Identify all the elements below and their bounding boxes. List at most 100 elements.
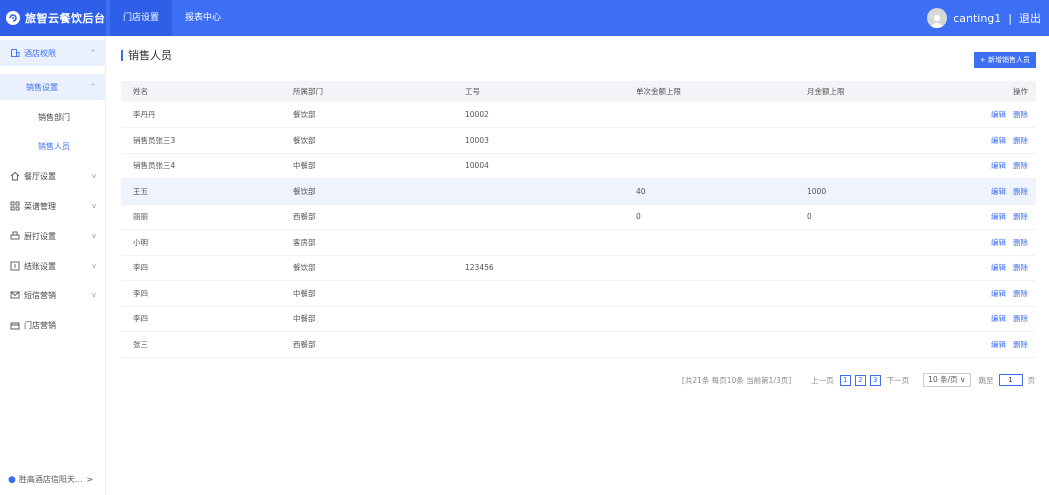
- sidebar-item-label: 销售人员: [38, 141, 70, 151]
- cell-name: 王五: [121, 178, 293, 205]
- cell-monthly-limit: 0: [807, 204, 978, 230]
- cell-department: 中餐部: [293, 280, 465, 307]
- sidebar-item-kitchen-print-settings[interactable]: 厨打设置 v: [0, 223, 106, 249]
- tab-store-settings[interactable]: 门店设置: [110, 0, 173, 36]
- delete-link[interactable]: 删除: [1013, 314, 1028, 323]
- logout-link[interactable]: 退出: [1019, 10, 1041, 26]
- cell-monthly-limit: [807, 331, 978, 358]
- tab-report-center[interactable]: 报表中心: [172, 0, 234, 36]
- username[interactable]: canting1: [953, 12, 1001, 25]
- cell-code: [465, 178, 636, 205]
- cell-code: [465, 229, 636, 256]
- cell-department: 西餐部: [293, 204, 465, 230]
- pagination: [共21条 每页10条 当前第1/3页] 上一页 1 2 3 下一页 10 条/…: [682, 373, 1035, 387]
- edit-link[interactable]: 编辑: [991, 187, 1006, 196]
- store-selector[interactable]: ● 胜高酒店信阳天... >: [8, 474, 93, 485]
- cell-code: 10002: [465, 102, 636, 128]
- delete-link[interactable]: 删除: [1013, 340, 1028, 349]
- cell-code: 10004: [465, 153, 636, 179]
- cell-actions: 编辑 删除: [978, 102, 1036, 128]
- cell-monthly-limit: [807, 306, 978, 332]
- delete-link[interactable]: 删除: [1013, 263, 1028, 272]
- cell-monthly-limit: [807, 255, 978, 281]
- cell-department: 西餐部: [293, 331, 465, 358]
- column-header-actions: 操作: [978, 81, 1036, 102]
- cell-name: 销售员张三3: [121, 127, 293, 154]
- avatar[interactable]: [927, 8, 948, 28]
- cell-actions: 编辑 删除: [978, 331, 1036, 358]
- edit-link[interactable]: 编辑: [991, 263, 1006, 272]
- delete-link[interactable]: 删除: [1013, 161, 1028, 170]
- delete-link[interactable]: 删除: [1013, 238, 1028, 247]
- column-header-code: 工号: [465, 81, 636, 102]
- sidebar-item-store-marketing[interactable]: 门店营销: [0, 312, 106, 338]
- next-page-link[interactable]: 下一页: [887, 375, 910, 386]
- edit-link[interactable]: 编辑: [991, 136, 1006, 145]
- printer-icon: [10, 231, 20, 241]
- cell-single-limit: [636, 255, 807, 281]
- cell-name: 李四: [121, 306, 293, 332]
- table-row: 张三 西餐部 编辑 删除: [121, 331, 1036, 358]
- cell-code: [465, 306, 636, 332]
- table-row: 销售员张三3 餐饮部 10003 编辑 删除: [121, 127, 1036, 154]
- page-button-1[interactable]: 1: [839, 374, 851, 386]
- edit-link[interactable]: 编辑: [991, 314, 1006, 323]
- chevron-down-icon: v: [91, 291, 96, 299]
- delete-link[interactable]: 删除: [1013, 212, 1028, 221]
- delete-link[interactable]: 删除: [1013, 136, 1028, 145]
- sidebar-item-sales-settings[interactable]: 销售设置 ^: [0, 74, 106, 100]
- sidebar-item-menu-management[interactable]: 菜谱管理 v: [0, 193, 106, 219]
- sidebar-item-label: 销售设置: [26, 82, 58, 92]
- delete-link[interactable]: 删除: [1013, 187, 1028, 196]
- cell-code: 123456: [465, 255, 636, 281]
- cell-department: 中餐部: [293, 306, 465, 332]
- brand[interactable]: 旅智云餐饮后台: [0, 0, 106, 36]
- sidebar-item-sales-staff[interactable]: 销售人员: [0, 133, 106, 159]
- page-button-2[interactable]: 2: [854, 374, 866, 386]
- cell-department: 餐饮部: [293, 178, 465, 205]
- table-header-row: 姓名 所属部门 工号 单次金额上限 月金额上限 操作: [121, 81, 1036, 102]
- cell-monthly-limit: [807, 102, 978, 128]
- table-row: 丽丽 西餐部 0 0 编辑 删除: [121, 204, 1036, 230]
- jump-label: 跳至: [978, 375, 994, 385]
- table-row: 李四 中餐部 编辑 删除: [121, 306, 1036, 332]
- page-size-select[interactable]: 10 条/页 ∨: [923, 373, 971, 387]
- sidebar-item-restaurant-settings[interactable]: 餐厅设置 v: [0, 163, 106, 189]
- edit-link[interactable]: 编辑: [991, 110, 1006, 119]
- top-bar: 旅智云餐饮后台 门店设置 报表中心 canting1 | 退出: [0, 0, 1049, 36]
- add-sales-staff-button[interactable]: + 新增销售人员: [973, 52, 1036, 68]
- cell-single-limit: 40: [636, 178, 807, 205]
- sidebar-item-sales-department[interactable]: 销售部门: [0, 104, 106, 130]
- delete-link[interactable]: 删除: [1013, 289, 1028, 298]
- cell-monthly-limit: [807, 153, 978, 179]
- prev-page-link[interactable]: 上一页: [811, 375, 834, 386]
- chevron-down-icon: v: [91, 232, 96, 240]
- delete-link[interactable]: 删除: [1013, 110, 1028, 119]
- mail-icon: [10, 290, 20, 300]
- cell-name: 张三: [121, 331, 293, 358]
- store-name: 胜高酒店信阳天...: [18, 475, 83, 484]
- chevron-down-icon: v: [91, 172, 96, 180]
- sidebar-item-checkout-settings[interactable]: 结账设置 v: [0, 253, 106, 279]
- pagination-info: [共21条 每页10条 当前第1/3页]: [681, 375, 792, 385]
- edit-link[interactable]: 编辑: [991, 212, 1006, 221]
- page-title: 销售人员: [121, 50, 172, 61]
- sidebar-item-sms-marketing[interactable]: 短信营销 v: [0, 282, 106, 308]
- cell-single-limit: [636, 153, 807, 179]
- chevron-up-icon: ^: [90, 49, 96, 57]
- edit-link[interactable]: 编辑: [991, 238, 1006, 247]
- edit-link[interactable]: 编辑: [991, 340, 1006, 349]
- edit-link[interactable]: 编辑: [991, 161, 1006, 170]
- page-button-3[interactable]: 3: [869, 374, 881, 386]
- cell-single-limit: 0: [636, 204, 807, 230]
- jump-page-input[interactable]: 1: [998, 374, 1023, 386]
- edit-link[interactable]: 编辑: [991, 289, 1006, 298]
- table-row: 李四 中餐部 编辑 删除: [121, 280, 1036, 307]
- cell-actions: 编辑 删除: [978, 204, 1036, 230]
- cell-code: 10003: [465, 127, 636, 154]
- sidebar-item-label: 餐厅设置: [24, 171, 56, 181]
- cell-department: 餐饮部: [293, 127, 465, 154]
- sidebar-item-hotel-permissions[interactable]: 酒店权限 ^: [0, 40, 106, 66]
- table-row: 王五 餐饮部 40 1000 编辑 删除: [121, 178, 1036, 205]
- location-pin-icon: ●: [8, 474, 16, 485]
